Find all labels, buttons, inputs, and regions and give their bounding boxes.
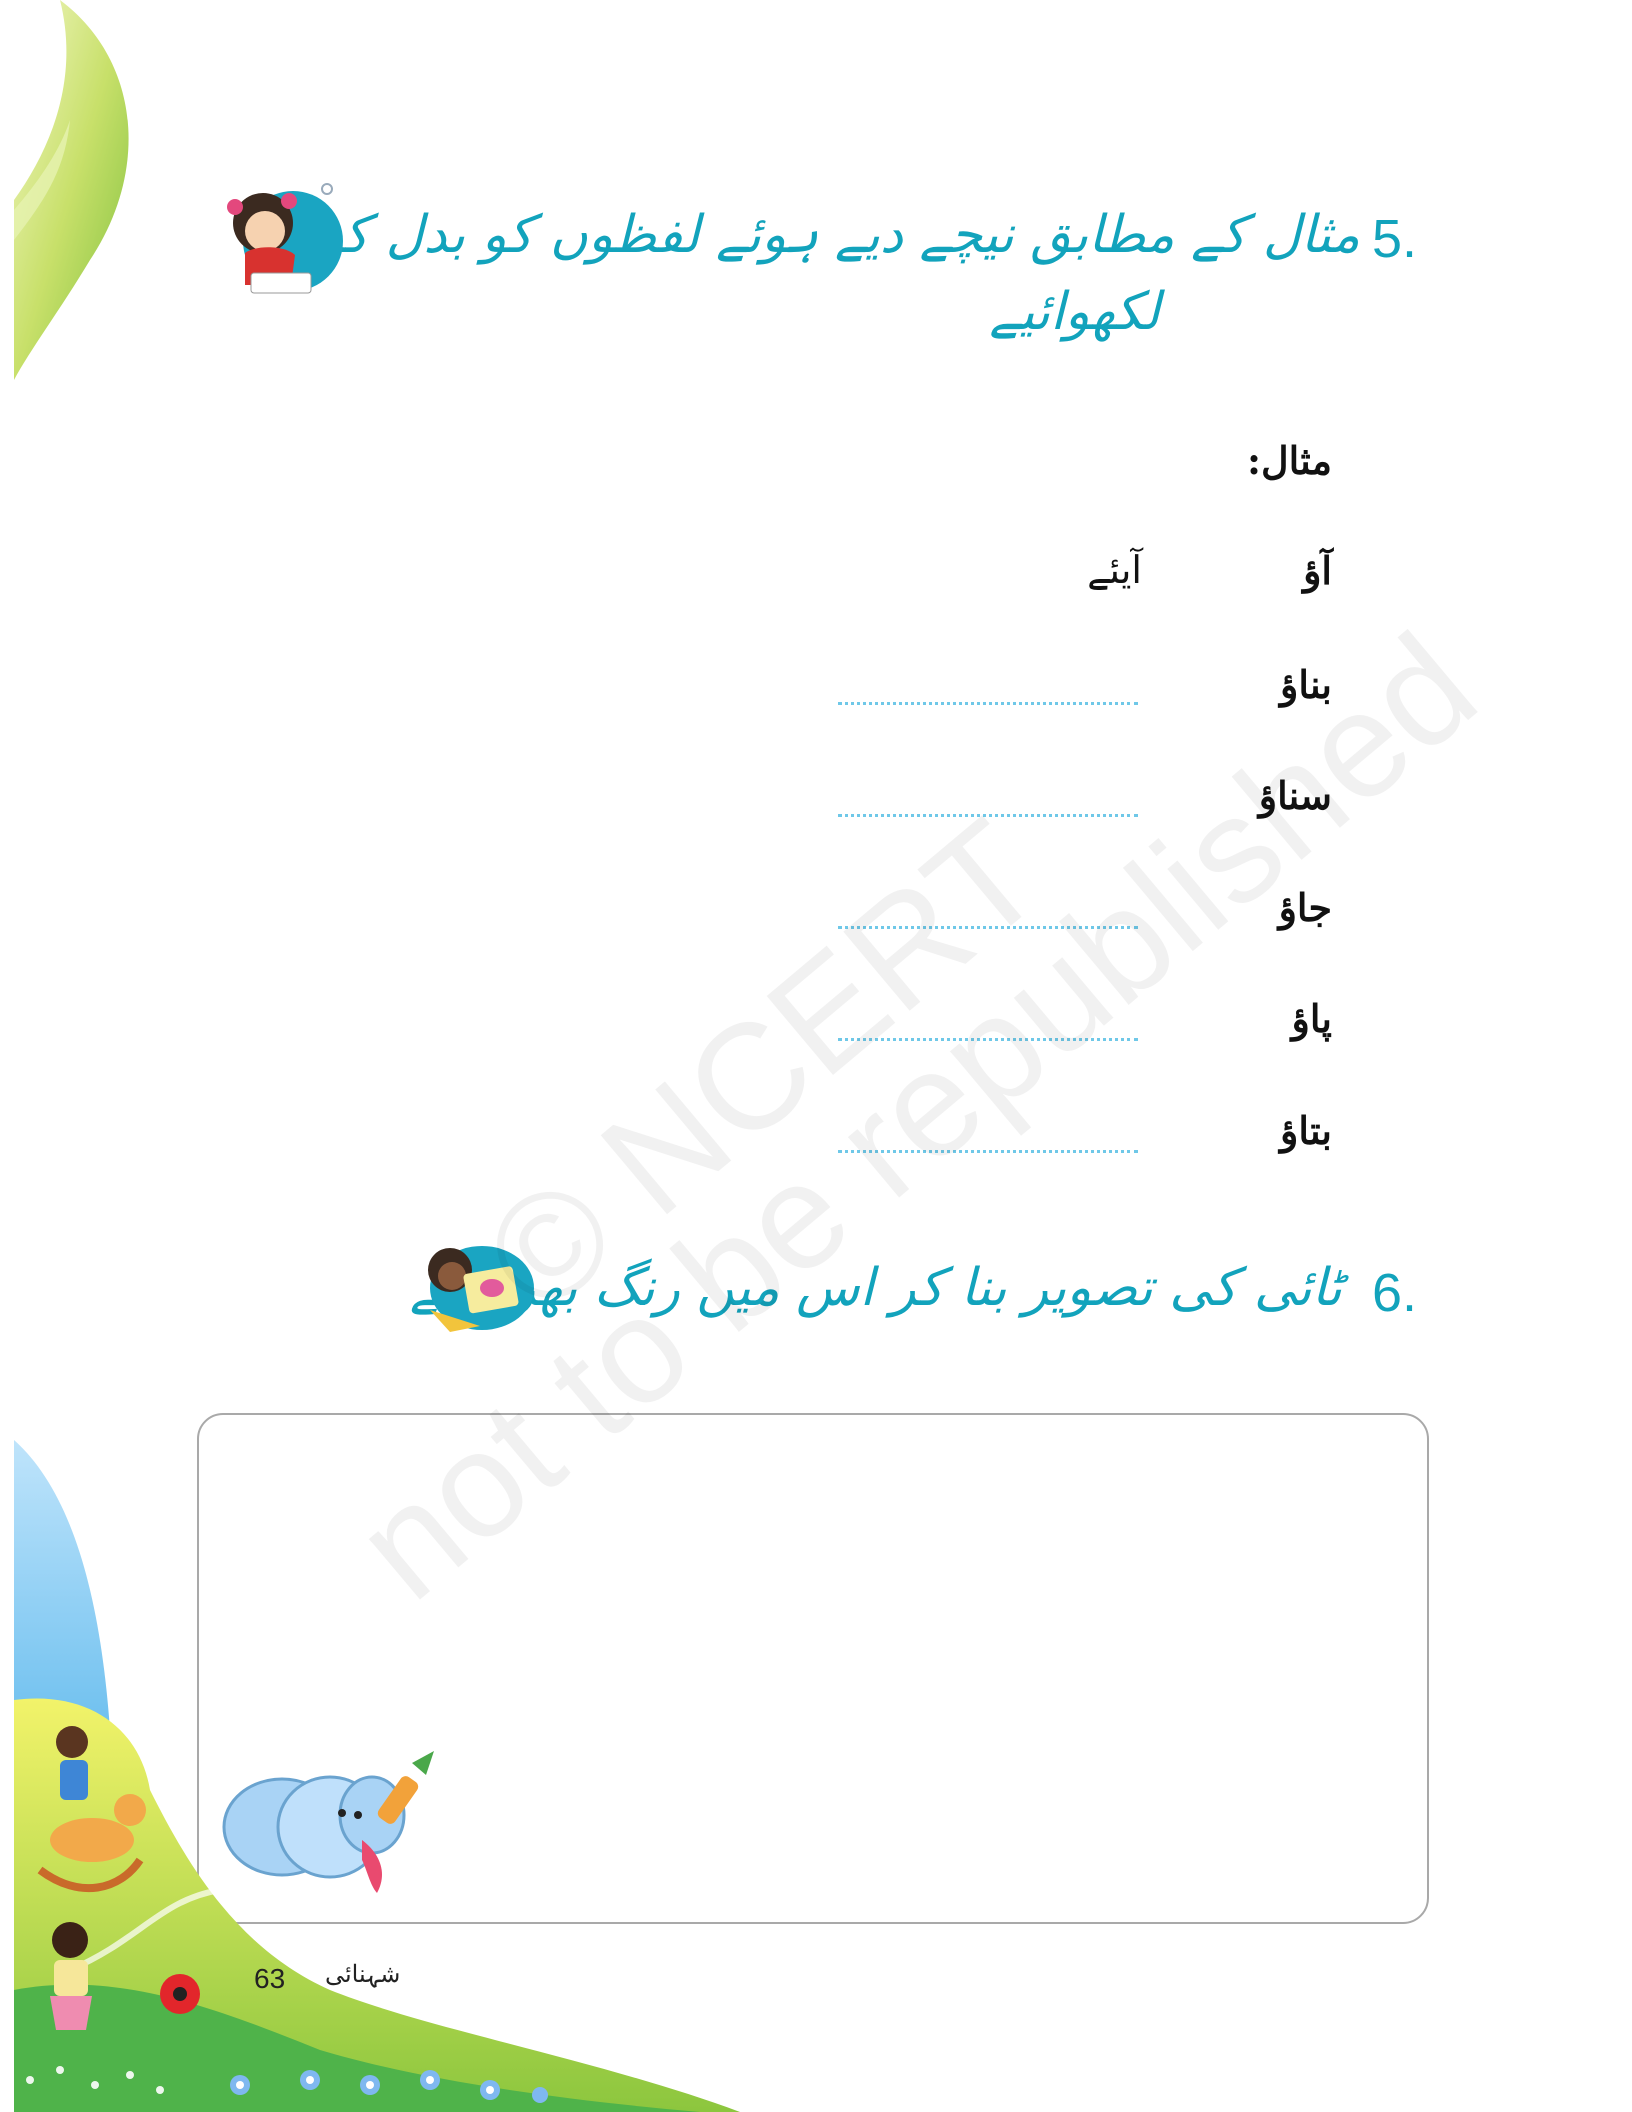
- page-number: 63: [254, 1963, 286, 1994]
- question-5-instruction-continued: لکھوائیے: [989, 282, 1160, 342]
- question-5-instruction: مثال کے مطابق نیچے دیے ہوئے لفظوں کو بدل…: [315, 205, 1360, 265]
- question-6-number: 6.: [1372, 1263, 1418, 1323]
- book-title: شہنائی: [325, 1960, 401, 1988]
- example-label: مثال:: [1246, 438, 1332, 483]
- example-answer-word: آیئے: [1087, 548, 1142, 592]
- exercise-word-5: بتاؤ: [1280, 1108, 1332, 1153]
- question-5-number: 5.: [1372, 209, 1418, 269]
- leaf-swoosh-decoration: [14, 0, 129, 380]
- answer-line-1[interactable]: [838, 702, 1138, 705]
- exercise-word-4: پاؤ: [1291, 996, 1332, 1041]
- example-given-word: آؤ: [1303, 548, 1332, 593]
- girl-writing-illustration: [227, 183, 343, 294]
